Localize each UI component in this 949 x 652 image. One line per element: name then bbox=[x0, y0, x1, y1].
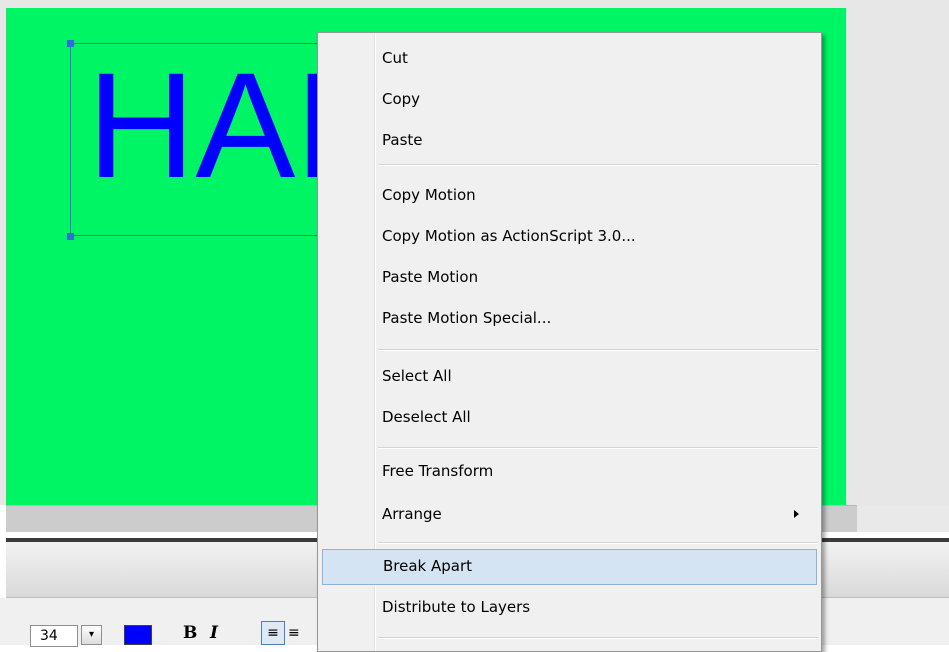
menu-item-copy-motion-as-actionscript[interactable]: Copy Motion as ActionScript 3.0... bbox=[322, 220, 817, 256]
scrollbar-corner bbox=[857, 505, 949, 532]
bold-button[interactable]: B bbox=[183, 623, 197, 643]
menu-separator bbox=[378, 637, 818, 639]
menu-item-select-all[interactable]: Select All bbox=[322, 360, 817, 396]
align-center-button[interactable]: ≡ bbox=[288, 621, 300, 645]
menu-item-break-apart[interactable]: Break Apart bbox=[322, 549, 817, 585]
menu-separator bbox=[378, 447, 818, 449]
align-left-button[interactable]: ≡ bbox=[261, 621, 285, 645]
menu-item-copy[interactable]: Copy bbox=[322, 83, 817, 119]
italic-button[interactable]: I bbox=[210, 623, 218, 643]
menu-item-deselect-all[interactable]: Deselect All bbox=[322, 401, 817, 437]
menu-item-label: Paste Motion bbox=[382, 268, 479, 286]
menu-item-copy-motion[interactable]: Copy Motion bbox=[322, 179, 817, 215]
text-object[interactable]: HAR bbox=[70, 43, 320, 236]
menu-item-distribute-to-layers[interactable]: Distribute to Layers bbox=[322, 591, 817, 627]
menu-item-arrange[interactable]: Arrange bbox=[322, 498, 817, 534]
menu-item-cut[interactable]: Cut bbox=[322, 42, 817, 78]
menu-item-label: Copy Motion as ActionScript 3.0... bbox=[382, 227, 636, 245]
menu-item-label: Cut bbox=[382, 49, 408, 67]
font-size-input[interactable]: 34 bbox=[30, 625, 78, 647]
menu-item-label: Paste bbox=[382, 131, 423, 149]
align-left-icon: ≡ bbox=[267, 625, 279, 641]
menu-item-label: Free Transform bbox=[382, 462, 494, 480]
menu-item-label: Copy bbox=[382, 90, 421, 108]
menu-item-label: Deselect All bbox=[382, 408, 471, 426]
menu-item-paste-motion-special[interactable]: Paste Motion Special... bbox=[322, 302, 817, 338]
menu-separator bbox=[378, 349, 818, 351]
text-color-swatch[interactable] bbox=[124, 625, 152, 645]
menu-item-label: Break Apart bbox=[383, 557, 473, 575]
align-center-icon: ≡ bbox=[288, 625, 300, 641]
menu-separator bbox=[378, 542, 818, 544]
menu-separator bbox=[378, 164, 818, 166]
selection-handle-top-left[interactable] bbox=[67, 40, 74, 47]
menu-item-label: Arrange bbox=[382, 505, 442, 523]
menu-item-free-transform[interactable]: Free Transform bbox=[322, 455, 817, 491]
menu-item-label: Paste Motion Special... bbox=[382, 309, 552, 327]
chevron-down-icon: ▾ bbox=[88, 629, 95, 640]
text-object-content: HAR bbox=[87, 43, 319, 209]
submenu-arrow-icon bbox=[794, 510, 799, 518]
menu-item-paste-motion[interactable]: Paste Motion bbox=[322, 261, 817, 297]
selection-handle-bottom-left[interactable] bbox=[67, 233, 74, 240]
font-size-dropdown-button[interactable]: ▾ bbox=[81, 625, 102, 645]
menu-item-paste[interactable]: Paste bbox=[322, 124, 817, 160]
menu-item-label: Distribute to Layers bbox=[382, 598, 531, 616]
menu-item-label: Select All bbox=[382, 367, 452, 385]
menu-item-label: Copy Motion bbox=[382, 186, 476, 204]
context-menu: Cut Copy Paste Copy Motion Copy Motion a… bbox=[317, 32, 822, 652]
